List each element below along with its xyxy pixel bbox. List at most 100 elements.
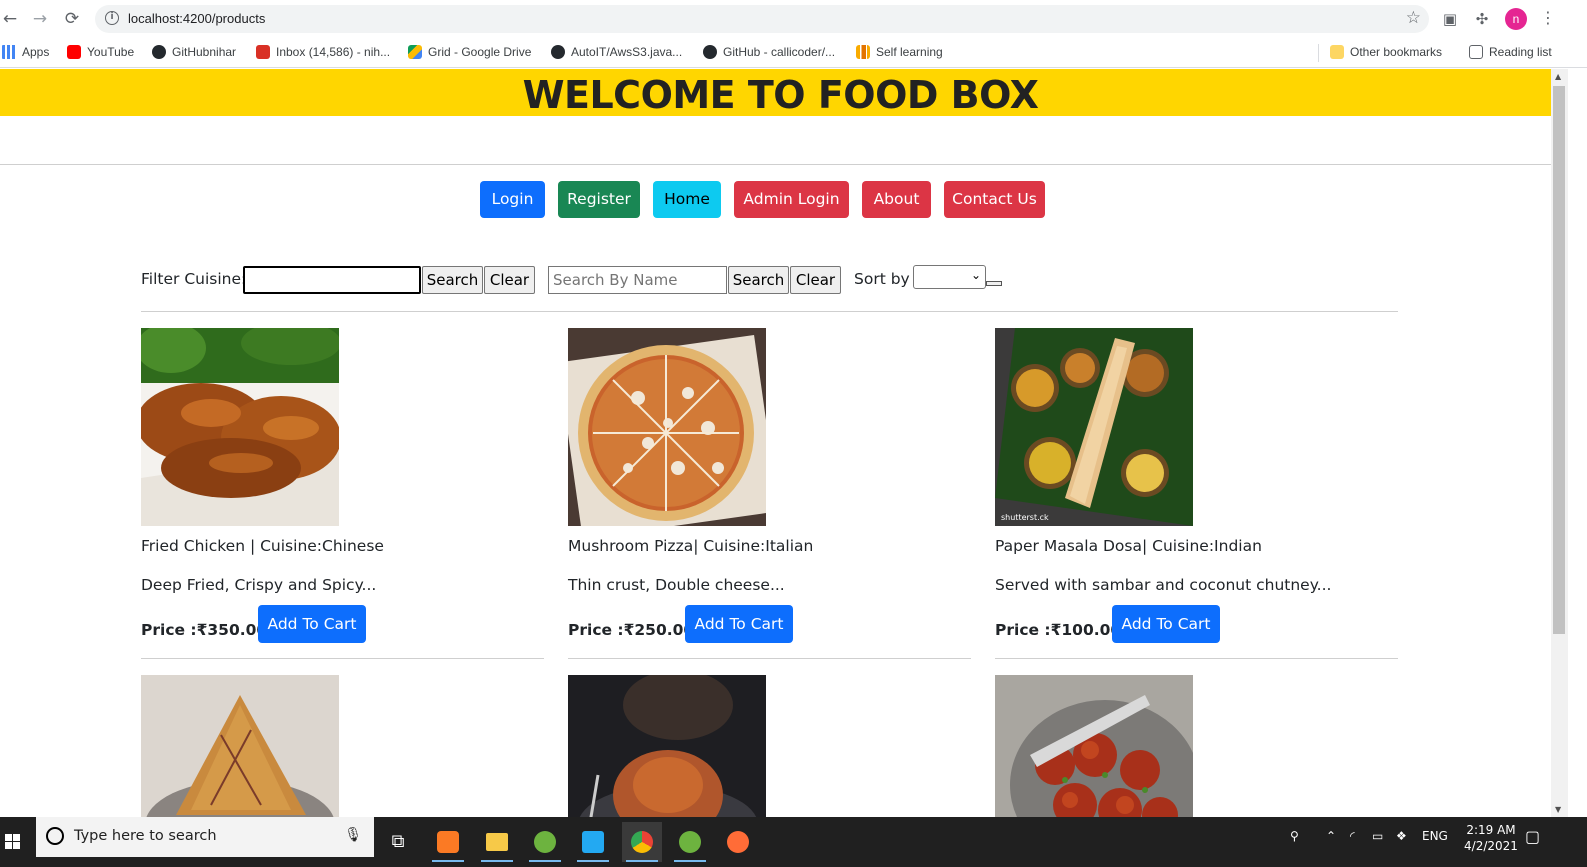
tray-chevron-up-icon[interactable]: ⌃ xyxy=(1326,829,1336,843)
header-divider xyxy=(0,164,1551,165)
vscode-icon[interactable] xyxy=(573,822,613,862)
bookmark-autoit[interactable]: AutoIT/AwsS3.java... xyxy=(551,45,682,59)
bookmark-youtube[interactable]: YouTube xyxy=(67,45,134,59)
bookmark-label: Inbox (14,586) - nih... xyxy=(276,45,391,59)
bookmark-label: Grid - Google Drive xyxy=(428,45,532,59)
bookmark-apps[interactable]: Apps xyxy=(2,45,49,59)
postman-icon[interactable] xyxy=(718,822,758,862)
google-drive-icon xyxy=(408,45,422,59)
wifi-icon[interactable]: ◜ xyxy=(1350,829,1355,843)
noodles-image xyxy=(141,675,339,817)
cuisine-clear-button[interactable]: Clear xyxy=(484,266,535,294)
home-button[interactable]: Home xyxy=(653,181,721,218)
cuisine-search-button[interactable]: Search xyxy=(422,266,483,294)
add-to-cart-button[interactable]: Add To Cart xyxy=(1112,605,1220,643)
system-clock[interactable]: 2:19 AM 4/2/2021 xyxy=(1460,822,1522,854)
file-explorer-icon[interactable] xyxy=(477,822,517,862)
bookmark-label: Other bookmarks xyxy=(1350,45,1443,59)
product-price: Price :₹100.00 xyxy=(995,621,1122,639)
product-title: Fried Chicken | Cuisine:Chinese xyxy=(141,537,384,555)
fried-chicken-image xyxy=(141,328,339,526)
address-bar[interactable]: i localhost:4200/products ☆ xyxy=(95,5,1429,33)
xampp-app-icon[interactable] xyxy=(428,822,468,862)
add-to-cart-button[interactable]: Add To Cart xyxy=(258,605,366,643)
welcome-banner: WELCOME TO FOOD BOX xyxy=(0,69,1551,117)
bookmark-other[interactable]: Other bookmarks xyxy=(1330,45,1442,59)
sort-by-label: Sort by xyxy=(854,270,910,288)
product-description: Served with sambar and coconut chutney..… xyxy=(995,576,1332,594)
product-description: Deep Fried, Crispy and Spicy... xyxy=(141,576,377,594)
bookmark-inbox[interactable]: Inbox (14,586) - nih... xyxy=(256,45,390,59)
site-info-icon[interactable]: i xyxy=(105,11,119,25)
dropbox-icon[interactable]: ❖ xyxy=(1396,829,1407,843)
taskbar-search[interactable]: Type here to search 🎙 xyxy=(36,817,374,857)
pasta-dish-image xyxy=(568,675,766,817)
product-price: Price :₹250.00 xyxy=(568,621,695,639)
sort-select[interactable]: ⌄ xyxy=(913,265,986,289)
bookmark-label: GitHub - callicoder/... xyxy=(723,45,836,59)
bookmark-githubnihar[interactable]: GitHubnihar xyxy=(152,45,236,59)
register-button[interactable]: Register xyxy=(558,181,640,218)
taskbar-search-placeholder: Type here to search xyxy=(74,828,217,844)
cortana-icon xyxy=(46,827,64,845)
bookmark-self-learning[interactable]: Self learning xyxy=(856,45,943,59)
chrome-icon[interactable] xyxy=(622,822,662,862)
extension-lock-icon[interactable]: ▣ xyxy=(1440,9,1460,29)
filter-cuisine-label: Filter Cuisine: xyxy=(141,270,247,288)
bookmark-label: Apps xyxy=(22,45,50,59)
sort-apply-button[interactable] xyxy=(986,281,1002,286)
github-icon xyxy=(703,45,717,59)
name-search-input[interactable]: Search By Name xyxy=(548,266,727,294)
task-view-icon[interactable]: ⧉ xyxy=(378,822,418,862)
scrollbar-thumb[interactable] xyxy=(1553,86,1565,634)
profile-avatar[interactable]: n xyxy=(1505,8,1527,30)
product-price: Price :₹350.00 xyxy=(141,621,268,639)
browser-toolbar: ← → ⟳ i localhost:4200/products ☆ ▣ ✣ n … xyxy=(0,0,1587,38)
github-icon xyxy=(551,45,565,59)
windows-taskbar: Type here to search 🎙 ⧉ ⚲ ⌃ ◜ ▭ ❖ ENG 2:… xyxy=(0,817,1587,867)
battery-icon[interactable]: ▭ xyxy=(1372,829,1383,843)
masala-dosa-image: shutterst.ck xyxy=(995,328,1193,526)
microphone-icon[interactable]: 🎙 xyxy=(344,827,362,843)
bookmark-label: AutoIT/AwsS3.java... xyxy=(571,45,683,59)
contact-us-button[interactable]: Contact Us xyxy=(944,181,1045,218)
reload-icon[interactable]: ⟳ xyxy=(62,9,82,29)
bookmark-star-icon[interactable]: ☆ xyxy=(1406,8,1421,28)
main-nav: Login Register Home Admin Login About Co… xyxy=(0,181,1551,218)
add-to-cart-button[interactable]: Add To Cart xyxy=(685,605,793,643)
bookmark-label: GitHubnihar xyxy=(172,45,237,59)
language-indicator[interactable]: ENG xyxy=(1422,829,1448,843)
extensions-puzzle-icon[interactable]: ✣ xyxy=(1472,9,1492,29)
scroll-down-icon[interactable]: ▼ xyxy=(1555,805,1561,814)
back-icon[interactable]: ← xyxy=(0,9,20,29)
reading-list[interactable]: Reading list xyxy=(1469,45,1552,59)
browser-menu-icon[interactable]: ⋮ xyxy=(1540,8,1556,27)
mushroom-pizza-image xyxy=(568,328,766,526)
window-edge xyxy=(1568,69,1587,817)
about-button[interactable]: About xyxy=(862,181,931,218)
notification-icon[interactable]: ▢ xyxy=(1525,827,1540,846)
people-icon[interactable]: ⚲ xyxy=(1290,829,1299,843)
filter-divider xyxy=(141,311,1398,312)
name-clear-button[interactable]: Clear xyxy=(790,266,841,294)
bookmarks-divider xyxy=(1318,44,1319,62)
product-title: Paper Masala Dosa| Cuisine:Indian xyxy=(995,537,1262,555)
youtube-icon xyxy=(67,45,81,59)
page-scrollbar[interactable]: ▲ ▼ xyxy=(1551,69,1568,817)
page-title: WELCOME TO FOOD BOX xyxy=(522,73,1039,117)
bookmark-github-callicoder[interactable]: GitHub - callicoder/... xyxy=(703,45,835,59)
spring-tool-icon[interactable] xyxy=(525,822,565,862)
scroll-up-icon[interactable]: ▲ xyxy=(1555,72,1561,81)
address-url[interactable]: localhost:4200/products xyxy=(128,11,265,26)
bookmark-label: Self learning xyxy=(876,45,943,59)
admin-login-button[interactable]: Admin Login xyxy=(734,181,849,218)
login-button[interactable]: Login xyxy=(480,181,545,218)
bookmark-google-drive[interactable]: Grid - Google Drive xyxy=(408,45,531,59)
name-search-button[interactable]: Search xyxy=(728,266,789,294)
cuisine-filter-input[interactable] xyxy=(243,266,421,294)
forward-icon[interactable]: → xyxy=(30,9,50,29)
folder-icon xyxy=(1330,45,1344,59)
windows-start-icon[interactable] xyxy=(0,817,36,867)
apps-grid-icon xyxy=(2,45,16,59)
spring-tool-2-icon[interactable] xyxy=(670,822,710,862)
